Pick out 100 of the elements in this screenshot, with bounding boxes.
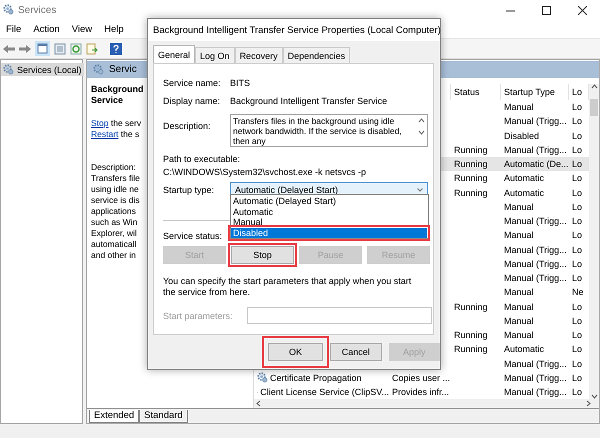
table-cell: Automatic (De... [504, 159, 569, 170]
table-cell: Automatic [504, 344, 544, 354]
table-cell: Provides infr... [392, 387, 450, 398]
dialog-tab[interactable]: General [153, 45, 196, 63]
forward-arrow-icon[interactable] [19, 44, 31, 54]
scroll-arrows-icon[interactable] [418, 117, 425, 136]
view-tab[interactable]: Extended [89, 410, 140, 423]
table-cell: Manual [504, 202, 534, 212]
table-cell: Running [454, 144, 488, 155]
table-cell: Manual (Trigg... [504, 358, 567, 369]
dialog-tab[interactable]: Recovery [234, 47, 283, 63]
scroll-left-icon[interactable] [256, 400, 261, 408]
button[interactable]: Stop [231, 246, 294, 264]
description-text: Transfers files in the background using idle network bandwidth. If the service is disabled, then any [233, 116, 402, 146]
table-cell: Lo [572, 273, 582, 284]
dialog-title: Background Intelligent Transfer Service Properties (Local Computer) [153, 24, 441, 36]
menu-item[interactable]: Action [27, 24, 66, 34]
button[interactable]: OK [268, 343, 323, 361]
horizontal-scrollbar[interactable] [254, 399, 599, 408]
table-cell: Lo [572, 316, 582, 326]
view-tab[interactable]: Standard [139, 410, 188, 423]
column-header[interactable]: Startup Type [501, 84, 569, 100]
table-row[interactable]: Client License Service (ClipSV... Provides infr... Manual (Trigg... Lo [254, 385, 589, 400]
vertical-scrollbar[interactable] [589, 84, 599, 400]
table-cell: Lo [572, 144, 582, 155]
list-icon[interactable] [54, 42, 66, 54]
table-cell: Lo [572, 130, 582, 141]
hint-text: You can specify the start parameters that apply when you start the service from here. [163, 276, 412, 298]
table-cell: Manual [504, 302, 534, 312]
table-cell: Automatic [504, 188, 544, 198]
scroll-thumb[interactable] [590, 99, 598, 116]
description-text: using idle ne [91, 184, 139, 195]
service-name: Certificate Propagation [270, 372, 362, 383]
table-cell: Manual [504, 287, 534, 298]
description-label: Description: [91, 162, 136, 173]
action-link[interactable]: Restart [91, 129, 118, 139]
description-text: Transfers file [91, 173, 140, 184]
table-cell: Disabled [504, 130, 540, 141]
table-cell: Manual (Trigg... [504, 258, 567, 269]
scroll-down-icon[interactable] [590, 394, 598, 400]
table-cell: Manual (Trigg... [504, 273, 567, 284]
table-cell: Lo [572, 358, 582, 369]
field-value: C:\WINDOWS\System32\svchost.exe -k netsvcs -p [163, 167, 368, 177]
table-row[interactable]: Certificate Propagation Copies user ... Manual (Trigg... Lo [254, 370, 589, 385]
table-cell: Lo [572, 102, 582, 112]
field-value: Background Intelligent Transfer Service [230, 96, 388, 106]
action-link[interactable]: Stop [91, 118, 108, 128]
dropdown-option[interactable]: Automatic (Delayed Start) [231, 196, 428, 206]
description-text: automaticall [91, 239, 136, 250]
table-cell: Manual (Trigg... [504, 372, 567, 383]
table-cell: Running [454, 188, 488, 198]
table-cell: Lo [572, 344, 582, 354]
menu-item[interactable]: Help [98, 24, 130, 34]
dialog-tab[interactable]: Log On [195, 47, 235, 63]
table-cell: Running [454, 330, 488, 340]
menu-item[interactable]: File [0, 24, 28, 34]
app-icon [3, 4, 14, 14]
field-label: Service status: [163, 231, 222, 241]
service-name: Client License Service (ClipSV... [260, 387, 389, 398]
table-cell: Manual (Trigg... [504, 244, 567, 255]
table-cell: Lo [572, 330, 582, 340]
table-cell: Lo [572, 216, 582, 226]
table-cell: Lo [572, 188, 582, 198]
table-cell: Manual (Trigg... [504, 216, 567, 226]
maximize-icon[interactable] [542, 6, 550, 14]
help-icon[interactable] [110, 42, 122, 54]
description-box[interactable]: Transfers files in the background using idle network bandwidth. If the service is disabled, then any [230, 114, 428, 147]
scroll-up-icon[interactable] [590, 84, 598, 89]
table-cell: Ne [572, 287, 584, 298]
tree-item[interactable]: Services (Local) [1, 63, 84, 76]
service-title: Background [91, 84, 144, 95]
button[interactable]: Cancel [330, 343, 382, 361]
table-cell: Manual [504, 316, 534, 326]
console-tree-icon[interactable] [35, 41, 50, 56]
description-text: applications [91, 206, 136, 217]
table-cell: Automatic [504, 173, 544, 184]
description-text: service is dis [91, 195, 140, 206]
start-parameters-field[interactable] [246, 307, 432, 324]
field-label: Path to executable: [163, 154, 242, 164]
table-cell: Manual [504, 102, 534, 112]
table-cell: Running [454, 344, 488, 354]
window-title: Services [18, 4, 56, 16]
dropdown-option[interactable]: Manual [231, 217, 428, 228]
table-cell: Manual [504, 230, 534, 240]
export-icon[interactable] [86, 42, 98, 54]
dialog-tab[interactable]: Dependencies [282, 47, 350, 63]
back-arrow-icon[interactable] [3, 44, 15, 54]
field-label: Description: [163, 121, 212, 133]
field-label: Startup type: [163, 185, 216, 195]
table-cell: Manual (Trigg... [504, 116, 567, 126]
close-icon[interactable] [578, 6, 586, 14]
dropdown-option[interactable]: Automatic [231, 206, 428, 217]
table-cell: Lo [572, 159, 582, 170]
scroll-right-icon[interactable] [586, 400, 591, 408]
menu-item[interactable]: View [66, 24, 98, 34]
table-cell: Manual (Trigg... [504, 387, 567, 398]
refresh-icon[interactable] [70, 42, 82, 54]
action-text: Restart the s [91, 129, 140, 140]
column-header[interactable]: Status [451, 84, 501, 100]
dropdown-option[interactable]: Disabled [231, 228, 427, 238]
